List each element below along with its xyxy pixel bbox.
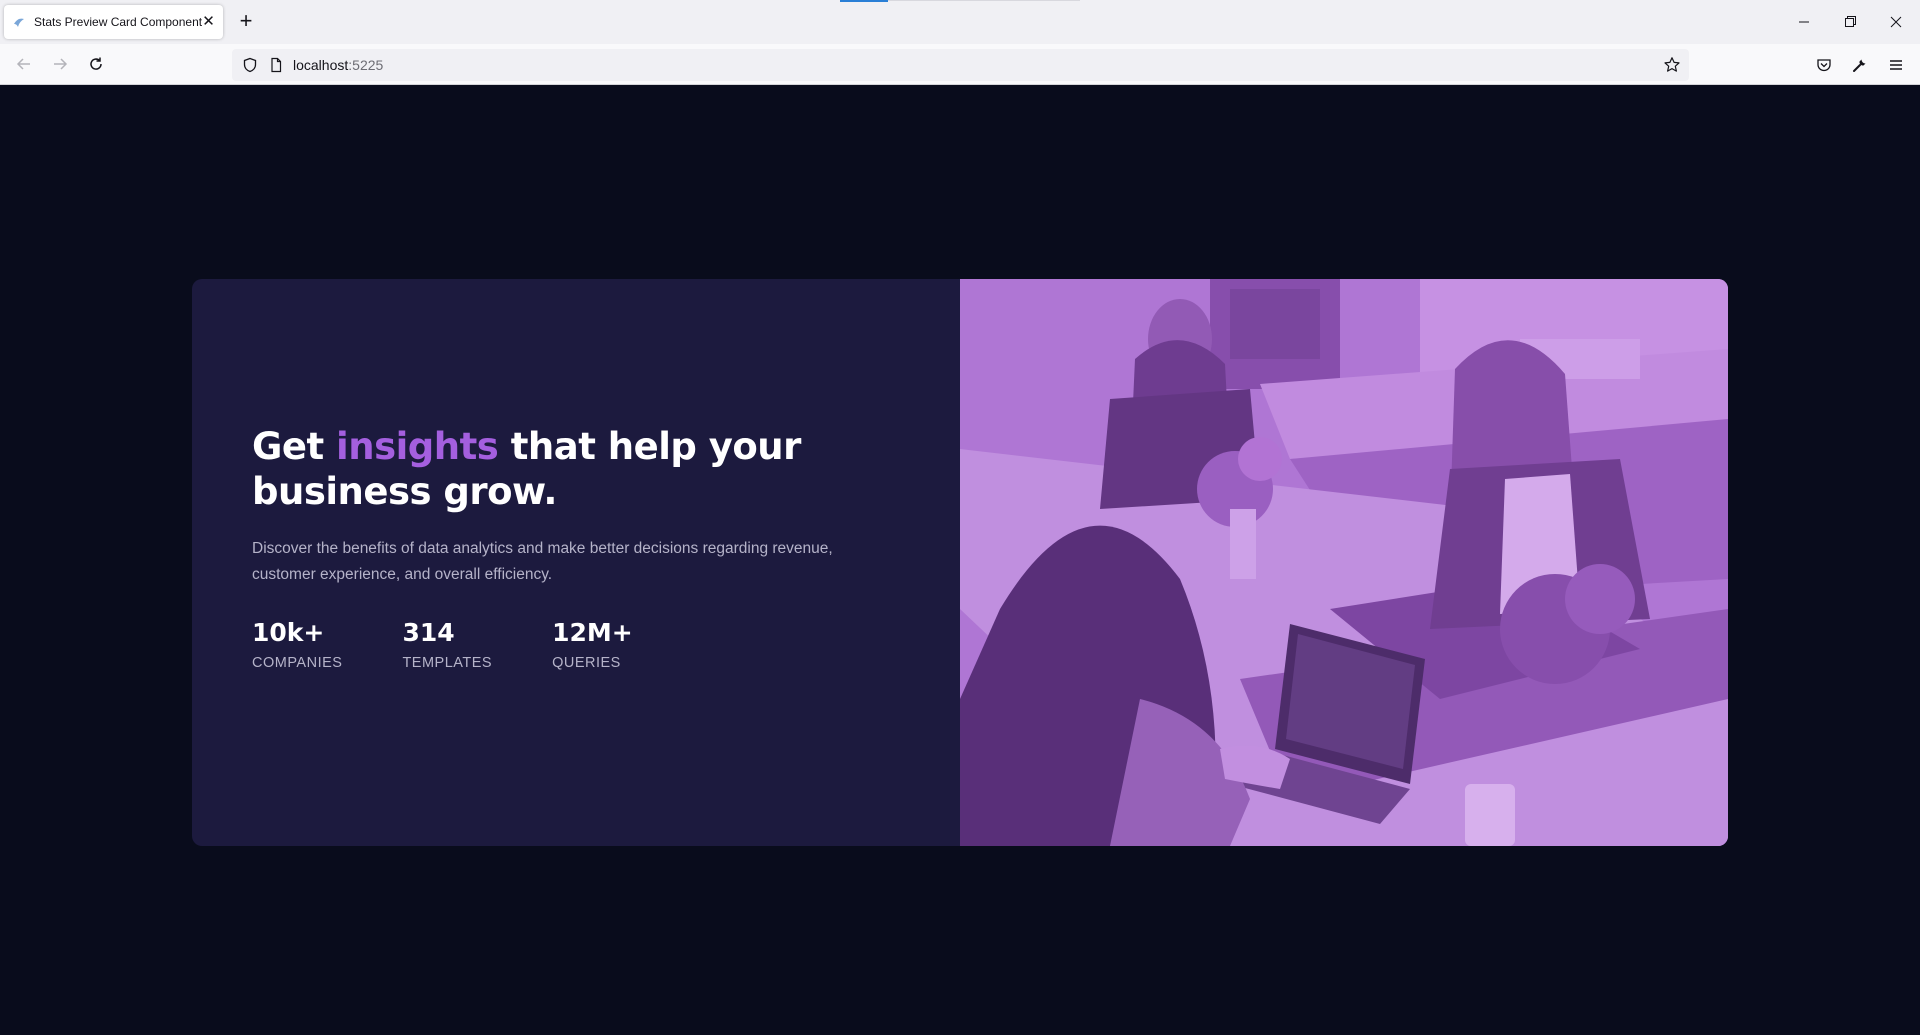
url-bar[interactable]: localhost:5225 <box>232 49 1689 81</box>
page-viewport: Get insights that help your business gro… <box>0 85 1920 1035</box>
browser-tab[interactable]: Stats Preview Card Component ✕ <box>4 5 223 39</box>
card-description: Discover the benefits of data analytics … <box>252 540 833 583</box>
stat-label: TEMPLATES <box>402 655 493 671</box>
arrow-right-icon[interactable] <box>46 52 74 76</box>
stats-preview-card: Get insights that help your business gro… <box>192 279 1728 846</box>
url-port: :5225 <box>348 57 384 73</box>
heading-text-start: Get <box>252 425 337 468</box>
plus-icon[interactable]: + <box>234 10 258 34</box>
heading-accent-word: insights <box>336 425 499 468</box>
pocket-icon[interactable] <box>1813 54 1835 76</box>
browser-titlebar: Stats Preview Card Component ✕ + <box>0 0 1920 44</box>
stat-companies: 10k+ COMPANIES <box>252 618 342 671</box>
shield-icon[interactable] <box>242 57 258 78</box>
restore-icon[interactable] <box>1836 10 1864 34</box>
minimize-icon[interactable] <box>1790 10 1818 34</box>
reload-icon[interactable] <box>82 52 110 76</box>
card-heading: Get insights that help your business gro… <box>252 424 900 514</box>
hamburger-menu-icon[interactable] <box>1885 54 1907 76</box>
url-text[interactable]: localhost:5225 <box>293 57 383 73</box>
office-photo-illustration <box>960 279 1728 846</box>
close-window-icon[interactable] <box>1882 10 1910 34</box>
stat-queries: 12M+ QUERIES <box>552 618 633 671</box>
stat-templates: 314 TEMPLATES <box>402 618 492 671</box>
page-icon[interactable] <box>268 57 284 78</box>
arrow-left-icon[interactable] <box>10 52 38 76</box>
stat-label: COMPANIES <box>252 655 343 671</box>
stat-value: 314 <box>402 618 455 647</box>
favicon-icon <box>12 14 26 30</box>
office-photo-image <box>960 279 1728 846</box>
stats-row: 10k+ COMPANIES 314 TEMPLATES 12M+ QUERIE… <box>252 618 900 671</box>
loading-indicator <box>840 0 1080 2</box>
browser-toolbar: localhost:5225 <box>0 44 1920 85</box>
stat-label: QUERIES <box>552 655 621 671</box>
star-icon[interactable] <box>1663 56 1681 79</box>
close-icon[interactable]: ✕ <box>202 14 215 30</box>
stat-value: 10k+ <box>252 618 325 647</box>
card-content: Get insights that help your business gro… <box>192 279 960 846</box>
stat-value: 12M+ <box>552 618 633 647</box>
tab-title: Stats Preview Card Component <box>34 15 203 29</box>
url-host: localhost <box>293 57 349 73</box>
wrench-icon[interactable] <box>1849 54 1871 76</box>
